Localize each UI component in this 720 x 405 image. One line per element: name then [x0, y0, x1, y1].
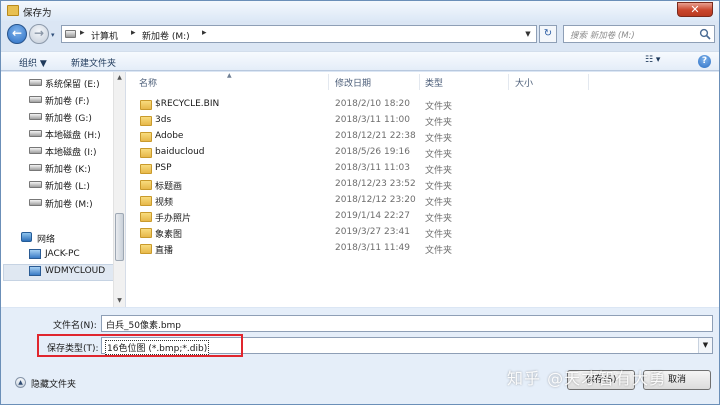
title-bar: 保存为 ✕ — [1, 1, 719, 21]
filename-label: 文件名(N): — [53, 321, 97, 331]
folder-icon — [140, 212, 152, 222]
help-button[interactable]: ? — [698, 55, 711, 68]
column-header-type[interactable]: 类型 — [425, 76, 443, 89]
list-item[interactable]: PSP 2018/3/11 11:03 文件夹 — [136, 161, 452, 177]
drive-icon — [29, 113, 42, 120]
list-item[interactable]: 手办照片 2019/1/14 22:27 文件夹 — [136, 209, 452, 225]
column-header-size[interactable]: 大小 — [515, 76, 533, 89]
scroll-down-icon[interactable]: ▼ — [114, 295, 125, 307]
close-button[interactable]: ✕ — [677, 2, 713, 17]
list-item[interactable]: 视频 2018/12/12 23:20 文件夹 — [136, 193, 452, 209]
drive-icon — [29, 79, 42, 86]
navigation-pane: 系统保留 (E:) 新加卷 (F:) 新加卷 (G:) 本地磁盘 (H:) 本地… — [1, 72, 126, 307]
sidebar-item-label: 本地磁盘 (H:) — [45, 131, 101, 141]
list-item[interactable]: $RECYCLE.BIN 2018/2/10 18:20 文件夹 — [136, 97, 452, 113]
sidebar-item-label: 网络 — [37, 235, 56, 245]
chevron-down-icon[interactable]: ▼ — [522, 28, 534, 40]
scroll-up-icon[interactable]: ▲ — [114, 72, 125, 84]
watermark: 知乎 @天才智有大勇 — [507, 369, 667, 388]
column-divider[interactable] — [328, 74, 329, 90]
sidebar-item-label: 新加卷 (M:) — [45, 200, 93, 210]
search-placeholder: 搜索 新加卷 (M:) — [570, 31, 635, 41]
column-divider[interactable] — [419, 74, 420, 90]
computer-icon — [29, 266, 41, 276]
list-item[interactable]: baiducloud 2018/5/26 19:16 文件夹 — [136, 145, 452, 161]
refresh-button[interactable]: ↻ — [539, 25, 557, 43]
view-options-button[interactable]: ☷ ▾ — [645, 55, 660, 65]
computer-icon — [29, 249, 41, 259]
new-folder-button[interactable]: 新建文件夹 — [71, 56, 116, 69]
folder-icon — [140, 228, 152, 238]
breadcrumb-separator[interactable]: ▸ — [131, 28, 136, 38]
chevron-down-icon[interactable]: ▼ — [698, 338, 712, 353]
window-title: 保存为 — [23, 8, 52, 19]
highlight-annotation — [37, 334, 243, 357]
back-button[interactable]: ← — [7, 24, 27, 44]
column-divider[interactable] — [508, 74, 509, 90]
sidebar-item-label: 新加卷 (F:) — [45, 97, 90, 107]
filename-field[interactable]: 白兵_50像素.bmp — [101, 315, 713, 332]
folder-icon — [140, 164, 152, 174]
folder-icon — [140, 148, 152, 158]
folder-icon — [140, 244, 152, 254]
breadcrumb-separator[interactable]: ▸ — [80, 28, 85, 38]
sidebar-item-label: 本地磁盘 (I:) — [45, 148, 97, 158]
drive-icon — [29, 181, 42, 188]
drive-icon — [29, 96, 42, 103]
search-input[interactable]: 搜索 新加卷 (M:) — [563, 25, 715, 43]
list-item[interactable]: Adobe 2018/12/21 22:38 文件夹 — [136, 129, 452, 145]
folder-icon — [140, 132, 152, 142]
folder-icon — [140, 196, 152, 206]
drive-icon — [29, 130, 42, 137]
breadcrumb-computer[interactable]: 计算机 — [91, 29, 118, 42]
column-header-name[interactable]: 名称 — [139, 76, 157, 89]
sidebar-item-label: 新加卷 (L:) — [45, 182, 90, 192]
folder-icon — [140, 116, 152, 126]
hide-folders-label: 隐藏文件夹 — [31, 380, 77, 390]
list-item[interactable]: 标题画 2018/12/23 23:52 文件夹 — [136, 177, 452, 193]
folder-icon — [140, 100, 152, 110]
breadcrumb-separator[interactable]: ▸ — [202, 28, 207, 38]
sidebar-item-label: 新加卷 (K:) — [45, 165, 91, 175]
sidebar-item-label: WDMYCLOUD — [45, 266, 106, 276]
organize-menu[interactable]: 组织 ▼ — [19, 56, 47, 69]
collapse-icon: ▲ — [15, 377, 26, 388]
list-item[interactable]: 3ds 2018/3/11 11:00 文件夹 — [136, 113, 452, 129]
search-icon[interactable] — [699, 28, 711, 40]
folder-icon — [140, 180, 152, 190]
sidebar-scrollbar[interactable]: ▲ ▼ — [113, 72, 125, 307]
command-toolbar: 组织 ▼ 新建文件夹 ☷ ▾ ? — [1, 51, 719, 71]
column-divider[interactable] — [588, 74, 589, 90]
drive-icon — [65, 30, 76, 38]
scrollbar-thumb[interactable] — [115, 213, 124, 261]
forward-button[interactable]: → — [29, 24, 49, 44]
drive-icon — [29, 147, 42, 154]
navigation-bar: ← → ▾ ▸ 计算机 ▸ 新加卷 (M:) ▸ ▼ ↻ 搜索 新加卷 (M:) — [1, 21, 719, 49]
sidebar-item-label: 新加卷 (G:) — [45, 114, 92, 124]
sidebar-item-label: 系统保留 (E:) — [45, 80, 100, 90]
network-icon — [21, 232, 32, 242]
file-list: ▲ 名称 修改日期 类型 大小 $RECYCLE.BIN 2018/2/10 1… — [132, 72, 719, 307]
save-as-dialog: 保存为 ✕ ← → ▾ ▸ 计算机 ▸ 新加卷 (M:) ▸ ▼ ↻ 搜索 新加… — [0, 0, 720, 405]
list-item[interactable]: 象素图 2019/3/27 23:41 文件夹 — [136, 225, 452, 241]
sort-ascending-icon: ▲ — [227, 72, 232, 79]
list-item[interactable]: 直播 2018/3/11 11:49 文件夹 — [136, 241, 452, 257]
drive-icon — [29, 164, 42, 171]
breadcrumb-drive-m[interactable]: 新加卷 (M:) — [142, 29, 190, 42]
recent-locations-dropdown[interactable]: ▾ — [51, 31, 55, 39]
address-bar[interactable]: ▸ 计算机 ▸ 新加卷 (M:) ▸ ▼ — [61, 25, 537, 43]
sidebar-item-label: JACK-PC — [45, 249, 80, 259]
column-header-date[interactable]: 修改日期 — [335, 76, 371, 89]
app-icon — [7, 5, 19, 16]
drive-icon — [29, 199, 42, 206]
